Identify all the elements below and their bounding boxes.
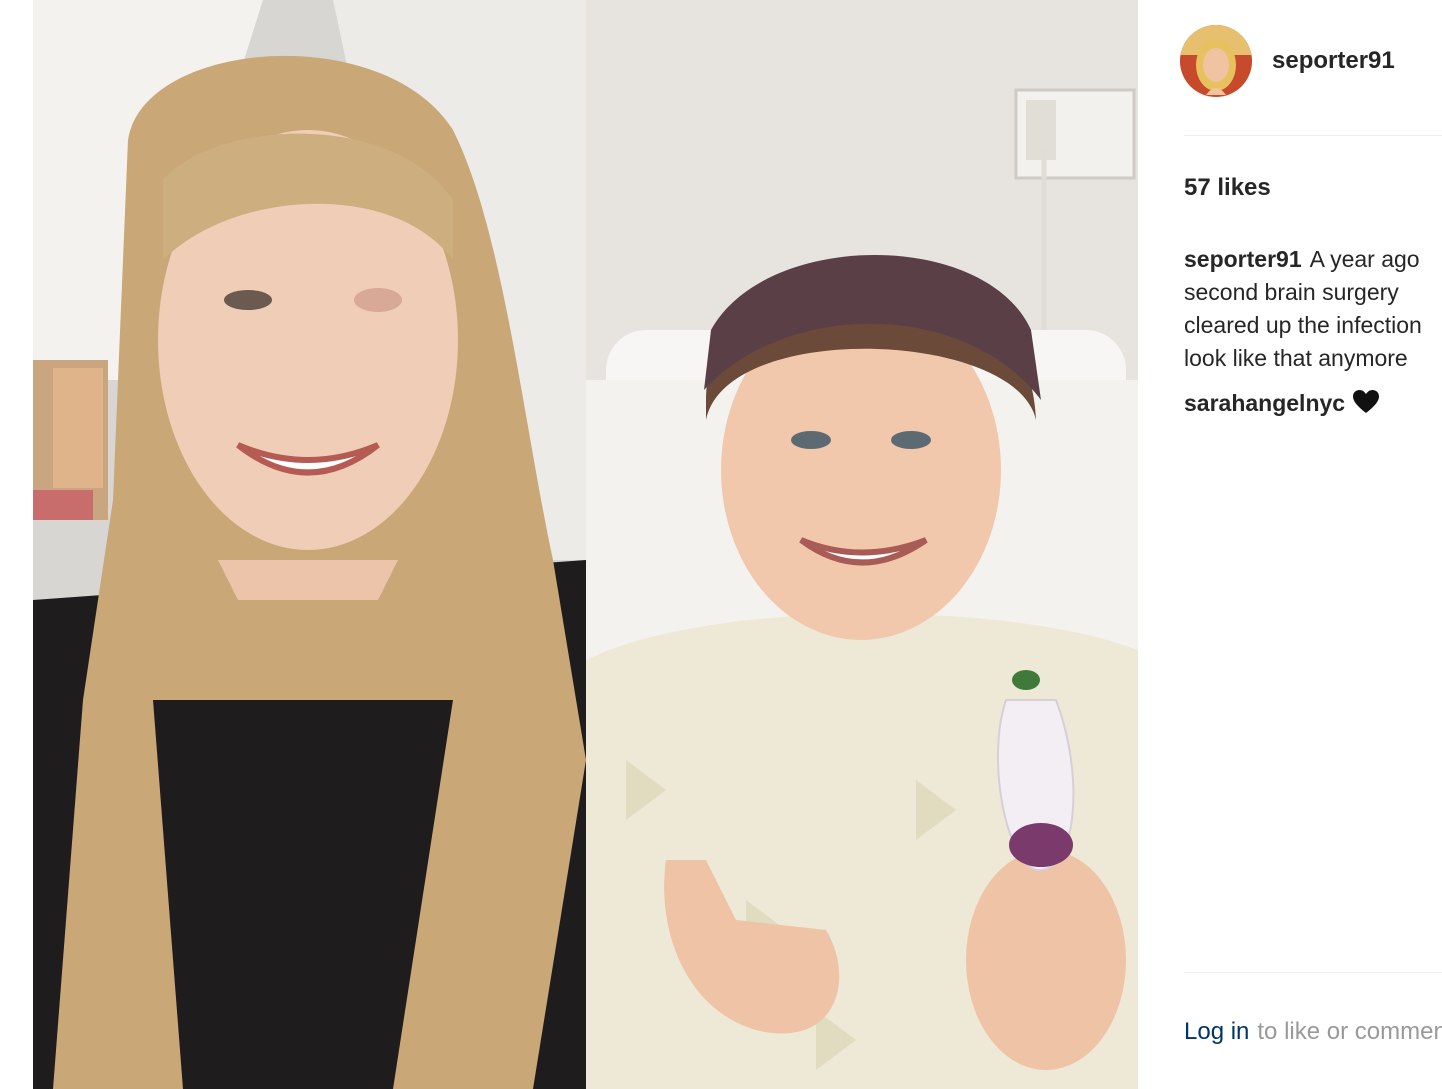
- selfie-illustration-left: [33, 0, 586, 1089]
- likes-count[interactable]: 57 likes: [1184, 174, 1271, 202]
- heart-icon: [1353, 390, 1380, 420]
- comment-author[interactable]: sarahangelnyc: [1184, 390, 1345, 416]
- caption-line: look like that anymore: [1184, 345, 1408, 371]
- caption-line: second brain surgery: [1184, 279, 1399, 305]
- post-photo-right: [586, 0, 1138, 1089]
- comment-item: sarahangelnyc: [1184, 390, 1380, 420]
- caption-line: seporter91 A year ago: [1184, 243, 1442, 276]
- login-prompt-text: to like or comment.: [1257, 1018, 1442, 1045]
- avatar[interactable]: [1180, 25, 1252, 97]
- post-caption: seporter91 A year ago second brain surger…: [1184, 243, 1442, 375]
- avatar-image: [1180, 25, 1252, 97]
- post-header: seporter91: [1180, 25, 1442, 101]
- header-divider: [1184, 135, 1442, 136]
- login-prompt: Log in to like or comment.: [1184, 1018, 1442, 1046]
- post-side-panel: seporter91 57 likes seporter91 A year ago…: [1138, 0, 1442, 1089]
- caption-text: A year ago: [1309, 246, 1420, 272]
- footer-divider: [1184, 972, 1442, 973]
- post-photo-left: [33, 0, 586, 1089]
- post-username[interactable]: seporter91: [1272, 47, 1395, 75]
- caption-author[interactable]: seporter91: [1184, 246, 1302, 272]
- login-link[interactable]: Log in: [1184, 1018, 1249, 1045]
- caption-line: cleared up the infection: [1184, 312, 1422, 338]
- selfie-illustration-right: [586, 0, 1138, 1089]
